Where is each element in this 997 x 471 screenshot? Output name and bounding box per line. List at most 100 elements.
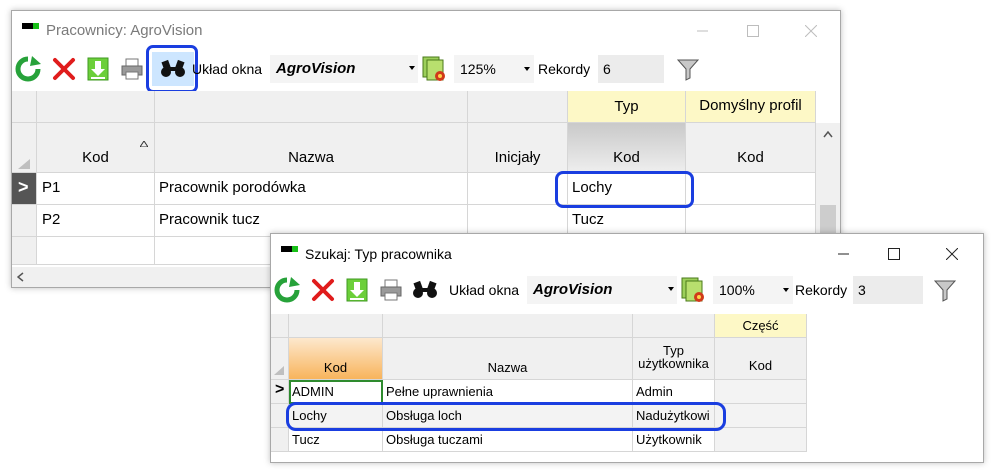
cell-czesc[interactable] [715, 428, 807, 452]
column-header-label: Kod [613, 149, 640, 166]
maximize-button[interactable] [871, 239, 917, 269]
chevron-down-icon [783, 288, 789, 292]
group-header-empty [468, 91, 568, 123]
group-header-empty [383, 314, 633, 338]
close-button[interactable] [788, 16, 834, 46]
print-icon [380, 279, 402, 301]
group-header-typ: Typ [568, 91, 686, 123]
maximize-button[interactable] [730, 16, 776, 46]
records-label: Rekordy [795, 282, 848, 298]
close-icon [805, 25, 817, 37]
cell-kod[interactable]: Lochy [289, 404, 383, 428]
layout-select[interactable]: AgroVision [527, 276, 677, 304]
column-header-kod[interactable]: Kod [37, 123, 155, 173]
cell-inicjaly[interactable] [468, 173, 568, 205]
download-icon [87, 57, 109, 81]
row-indicator[interactable]: > [12, 173, 37, 205]
filter-icon [933, 280, 957, 302]
column-header-nazwa[interactable]: Nazwa [383, 338, 633, 380]
minimize-button[interactable] [680, 16, 726, 46]
minimize-button[interactable] [821, 239, 867, 269]
cell-czesc[interactable] [715, 404, 807, 428]
title-bar[interactable]: Szukaj: Typ pracownika [271, 234, 983, 274]
layout-select-value: AgroVision [276, 60, 356, 77]
chevron-down-icon [524, 67, 530, 71]
cell-profil[interactable] [686, 173, 816, 205]
row-indicator[interactable] [12, 237, 37, 265]
delete-button[interactable] [309, 275, 337, 305]
zoom-select[interactable]: 125% [454, 55, 534, 83]
filter-button[interactable] [931, 275, 959, 305]
row-indicator[interactable] [271, 404, 289, 428]
column-header-typ-uzytkownika[interactable]: Typ użytkownika [633, 338, 715, 380]
row-indicator[interactable] [271, 428, 289, 452]
download-icon [346, 278, 368, 302]
delete-icon [312, 279, 334, 301]
refresh-icon [15, 56, 41, 82]
row-indicator[interactable]: > [271, 380, 289, 404]
title-bar[interactable]: Pracownicy: AgroVision [12, 11, 840, 51]
download-button[interactable] [84, 54, 112, 84]
window-title: Szukaj: Typ pracownika [305, 246, 452, 262]
column-header-label: Nazwa [487, 360, 528, 375]
layout-label: Układ okna [449, 282, 520, 298]
row-indicator[interactable] [12, 205, 37, 237]
close-button[interactable] [929, 239, 975, 269]
download-button[interactable] [343, 275, 371, 305]
refresh-icon [274, 277, 300, 303]
search-button[interactable] [411, 275, 439, 305]
cell-kod[interactable]: P1 [37, 173, 155, 205]
chevron-up-icon [823, 131, 833, 138]
cell-typ[interactable]: Użytkownik [633, 428, 715, 452]
app-icon [281, 246, 298, 252]
column-header-czesc-kod[interactable]: Kod [715, 338, 807, 380]
group-header-empty [37, 91, 155, 123]
layout-settings-button[interactable] [679, 275, 707, 305]
group-header-empty [155, 91, 468, 123]
filter-button[interactable] [674, 54, 702, 84]
cell-typ[interactable]: Lochy [568, 173, 686, 205]
zoom-select[interactable]: 100% [713, 276, 793, 304]
layout-settings-icon [681, 277, 704, 302]
column-header-label: Kod [737, 149, 764, 166]
cell-empty[interactable] [37, 237, 155, 265]
column-header-label: Nazwa [288, 149, 334, 166]
group-header-empty [289, 314, 383, 338]
column-header-kod[interactable]: Kod [289, 338, 383, 380]
cell-nazwa[interactable]: Obsługa loch [383, 404, 633, 428]
minimize-icon [838, 253, 849, 255]
cell-kod[interactable]: ADMIN [289, 380, 383, 404]
cell-nazwa[interactable]: Pełne uprawnienia [383, 380, 633, 404]
toolbar: Układ okna AgroVision 100% Rekordy 3 [271, 272, 983, 308]
layout-settings-button[interactable] [420, 54, 448, 84]
print-button[interactable] [118, 54, 146, 84]
delete-button[interactable] [50, 54, 78, 84]
column-header-typ-kod[interactable]: Kod [568, 123, 686, 173]
column-header-inicjaly[interactable]: Inicjały [468, 123, 568, 173]
cell-czesc[interactable] [715, 380, 807, 404]
minimize-icon [697, 30, 708, 32]
corner-header [271, 314, 289, 338]
refresh-button[interactable] [273, 275, 301, 305]
cell-typ[interactable]: Admin [633, 380, 715, 404]
records-count: 6 [598, 55, 664, 83]
column-header-nazwa[interactable]: Nazwa [155, 123, 468, 173]
column-header-label: Kod [82, 149, 109, 166]
column-header-profile-kod[interactable]: Kod [686, 123, 816, 173]
layout-select[interactable]: AgroVision [270, 55, 418, 83]
chevron-down-icon [409, 66, 415, 70]
search-button-highlight [146, 45, 198, 93]
toolbar: Układ okna AgroVision 125% Rekordy 6 [12, 45, 840, 93]
corner-header [12, 91, 37, 123]
column-header-label-line2: użytkownika [638, 356, 709, 371]
app-icon [22, 23, 39, 29]
cell-kod[interactable]: Tucz [289, 428, 383, 452]
cell-nazwa[interactable]: Obsługa tuczami [383, 428, 633, 452]
cell-kod[interactable]: P2 [37, 205, 155, 237]
layout-select-value: AgroVision [533, 281, 613, 298]
print-button[interactable] [377, 275, 405, 305]
cell-typ[interactable]: Nadużytkowi [633, 404, 715, 428]
zoom-value: 125% [460, 61, 496, 77]
refresh-button[interactable] [14, 54, 42, 84]
cell-nazwa[interactable]: Pracownik porodówka [155, 173, 468, 205]
